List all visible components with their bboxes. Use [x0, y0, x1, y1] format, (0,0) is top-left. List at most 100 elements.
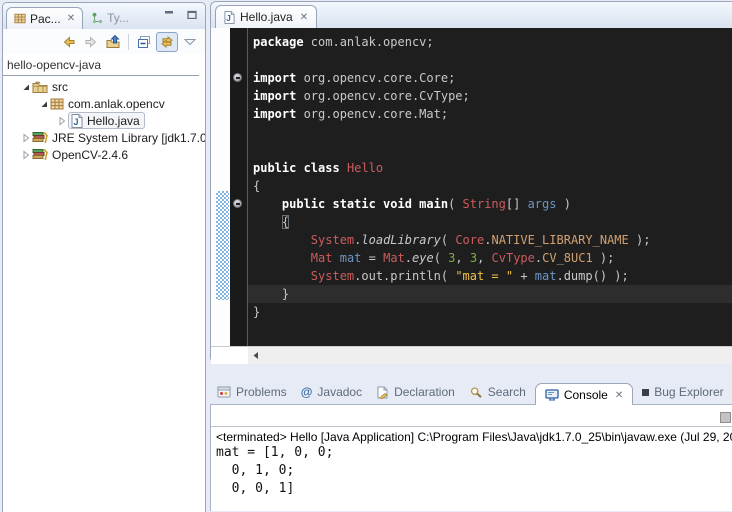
code-line-16[interactable]: }	[253, 303, 732, 321]
tree-item-package[interactable]: com.anlak.opencv	[3, 95, 205, 112]
expand-arrow-icon[interactable]	[38, 99, 50, 109]
java-file-icon: J	[224, 11, 235, 24]
minimize-button[interactable]	[164, 10, 174, 19]
toolbar-separator	[128, 34, 129, 50]
search-icon	[469, 386, 483, 399]
close-icon[interactable]: ✕	[300, 12, 308, 23]
javadoc-icon: @	[301, 385, 313, 399]
editor-area: J Hello.java ✕ package com.anlak.opencv;…	[210, 1, 732, 363]
back-button[interactable]	[59, 32, 79, 52]
tree-item-src[interactable]: src	[3, 78, 205, 95]
code-line-10[interactable]: public static void main( String[] args )	[253, 195, 732, 213]
code-line-15[interactable]: }	[248, 285, 732, 303]
expand-arrow-icon[interactable]	[20, 133, 32, 143]
code-line-11[interactable]: {	[253, 213, 732, 231]
code-editor[interactable]: package com.anlak.opencv; import org.open…	[248, 28, 732, 346]
tab-hello-java[interactable]: J Hello.java ✕	[215, 5, 317, 28]
tree-item-label: OpenCV-2.4.6	[52, 148, 128, 162]
forward-button[interactable]	[81, 32, 101, 52]
declaration-icon	[376, 386, 389, 399]
collapse-all-button[interactable]	[134, 32, 154, 52]
link-with-editor-button[interactable]	[156, 32, 178, 52]
console-output[interactable]: mat = [1, 0, 0; 0, 1, 0; 0, 0, 1]	[216, 444, 732, 498]
svg-text:J: J	[73, 117, 78, 127]
tab-console[interactable]: Console ✕	[535, 383, 633, 405]
tab-declaration[interactable]: Declaration	[369, 385, 462, 405]
console-view: <terminated> Hello [Java Application] C:…	[210, 404, 732, 511]
code-line-4[interactable]: import org.opencv.core.CvType;	[253, 87, 732, 105]
code-line-8[interactable]: public class Hello	[253, 159, 732, 177]
code-line-9[interactable]: {	[253, 177, 732, 195]
tree-item-label: Hello.java	[87, 114, 140, 128]
package-explorer-header: Pac... ✕ Ty...	[3, 3, 205, 29]
library-icon	[32, 131, 48, 144]
tree-item-opencv-library[interactable]: OpenCV-2.4.6	[3, 146, 205, 163]
package-icon	[50, 98, 64, 110]
tab-label: Hello.java	[240, 10, 293, 24]
code-line-13[interactable]: Mat mat = Mat.eye( 3, 3, CvType.CV_8UC1 …	[253, 249, 732, 267]
tab-label: Problems	[236, 385, 287, 399]
console-process-title: <terminated> Hello [Java Application] C:…	[216, 430, 732, 444]
package-explorer-panel: Pac... ✕ Ty...	[2, 2, 206, 512]
code-line-1[interactable]: package com.anlak.opencv;	[253, 33, 732, 51]
tree-item-label: src	[52, 80, 68, 94]
code-line-5[interactable]: import org.opencv.core.Mat;	[253, 105, 732, 123]
console-output-line: 0, 0, 1]	[216, 480, 732, 498]
bottom-view-tab-bar: Problems @ Javadoc Declaration Search Co…	[210, 377, 732, 405]
scroll-left-arrow-icon[interactable]	[252, 351, 260, 360]
scrollbar-spacer	[211, 347, 248, 364]
tab-javadoc[interactable]: @ Javadoc	[294, 385, 369, 405]
tab-label: Javadoc	[317, 385, 362, 399]
project-root-label[interactable]: hello-opencv-java	[3, 54, 205, 75]
view-menu-button[interactable]	[180, 32, 200, 52]
editor-horizontal-scrollbar[interactable]	[211, 346, 732, 364]
selected-item-highlight[interactable]: J Hello.java	[68, 112, 145, 129]
go-up-button[interactable]	[103, 32, 123, 52]
tree-item-label: com.anlak.opencv	[68, 97, 165, 111]
bug-explorer-icon	[642, 389, 649, 396]
code-line-2[interactable]	[253, 51, 732, 69]
console-document[interactable]: <terminated> Hello [Java Application] C:…	[211, 426, 732, 498]
source-folder-icon	[32, 81, 48, 93]
tab-search[interactable]: Search	[462, 385, 533, 405]
tree-item-hello-java[interactable]: J Hello.java	[3, 112, 205, 129]
expand-arrow-icon[interactable]	[20, 82, 32, 92]
tab-label: Bug Explorer	[654, 385, 723, 399]
problems-icon	[217, 386, 231, 398]
expand-arrow-icon[interactable]	[56, 116, 68, 126]
console-output-line: 0, 1, 0;	[216, 462, 732, 480]
code-line-6[interactable]	[253, 123, 732, 141]
java-file-icon: J	[71, 114, 83, 128]
library-icon	[32, 148, 48, 161]
close-icon[interactable]: ✕	[615, 390, 623, 401]
code-line-7[interactable]	[253, 141, 732, 159]
scrollbar-track[interactable]	[248, 347, 732, 364]
code-line-3[interactable]: import org.opencv.core.Core;	[253, 69, 732, 87]
code-line-12[interactable]: System.loadLibrary( Core.NATIVE_LIBRARY_…	[253, 231, 732, 249]
tab-package-explorer[interactable]: Pac... ✕	[6, 7, 83, 29]
tab-label: Console	[564, 388, 608, 402]
tree-item-jre-library[interactable]: JRE System Library [jdk1.7.0_25]	[3, 129, 205, 146]
tab-label: Ty...	[107, 11, 129, 25]
maximize-button[interactable]	[187, 10, 197, 19]
type-hierarchy-icon	[91, 12, 103, 24]
fold-collapse-icon[interactable]	[233, 73, 242, 82]
project-separator	[3, 75, 199, 76]
package-explorer-toolbar	[3, 29, 205, 54]
editor-vertical-ruler[interactable]	[211, 28, 230, 346]
editor-folding-gutter[interactable]	[230, 28, 248, 346]
code-line-14[interactable]: System.out.println( "mat = " + mat.dump(…	[253, 267, 732, 285]
close-icon[interactable]: ✕	[67, 13, 75, 24]
svg-text:J: J	[226, 14, 231, 23]
tree-item-label: JRE System Library [jdk1.7.0_25]	[52, 131, 205, 145]
tab-bug-explorer[interactable]: Bug Explorer	[635, 385, 730, 405]
console-toolbar-icon[interactable]	[720, 412, 731, 423]
fold-collapse-icon[interactable]	[233, 199, 242, 208]
tab-problems[interactable]: Problems	[210, 385, 294, 405]
console-output-line: mat = [1, 0, 0;	[216, 444, 732, 462]
package-explorer-icon	[14, 13, 26, 24]
tab-type-hierarchy[interactable]: Ty...	[83, 11, 137, 29]
expand-arrow-icon[interactable]	[20, 150, 32, 160]
tab-label: Declaration	[394, 385, 455, 399]
editor-tab-bar: J Hello.java ✕	[211, 2, 732, 28]
